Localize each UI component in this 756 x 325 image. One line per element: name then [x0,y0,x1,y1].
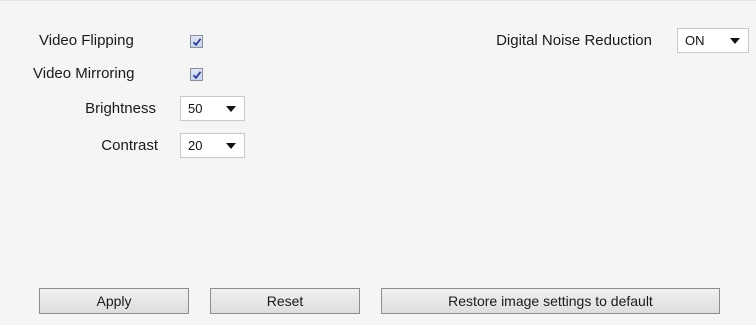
contrast-label: Contrast [101,137,158,154]
chevron-down-icon [226,143,236,149]
brightness-label: Brightness [85,100,156,117]
restore-defaults-button[interactable]: Restore image settings to default [381,288,720,314]
video-mirroring-checkbox[interactable] [190,68,203,81]
checkmark-icon [192,38,202,47]
image-settings-panel: Video Flipping Video Mirroring Brightnes… [0,0,756,325]
brightness-value: 50 [188,101,203,116]
digital-noise-reduction-value: ON [685,33,705,48]
chevron-down-icon [226,106,236,112]
apply-button[interactable]: Apply [39,288,189,314]
chevron-down-icon [730,38,740,44]
contrast-select[interactable]: 20 [180,133,245,158]
digital-noise-reduction-label: Digital Noise Reduction [496,32,652,49]
checkmark-icon [192,71,202,80]
video-flipping-label: Video Flipping [39,32,134,49]
reset-button[interactable]: Reset [210,288,360,314]
video-flipping-checkbox[interactable] [190,35,203,48]
digital-noise-reduction-select[interactable]: ON [677,28,749,53]
contrast-value: 20 [188,138,203,153]
video-mirroring-label: Video Mirroring [33,65,135,82]
brightness-select[interactable]: 50 [180,96,245,121]
